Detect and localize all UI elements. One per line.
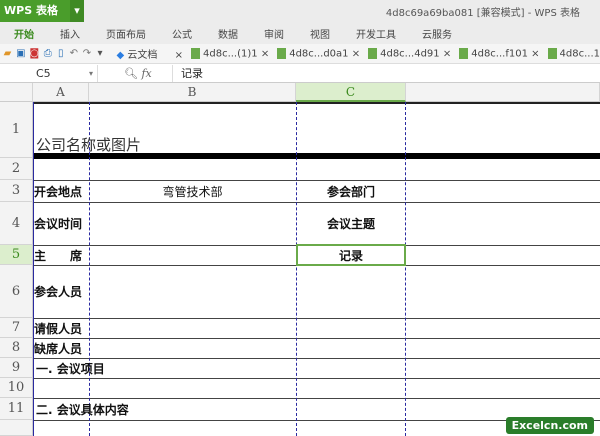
chevron-down-icon[interactable]: ▾ <box>89 65 93 82</box>
row-header-1[interactable]: 1 <box>0 102 33 158</box>
tab-doc-2[interactable]: 4d8c...d0a1 × <box>277 47 360 60</box>
app-logo: WPS 表格 <box>4 4 58 17</box>
cell-ref: C5 <box>36 67 51 80</box>
page-break-line <box>405 102 406 436</box>
border-line <box>33 318 600 319</box>
sheet-icon <box>459 47 469 59</box>
redo-icon[interactable]: ↷ <box>82 47 91 61</box>
tab-label: 云文档 <box>127 50 158 61</box>
cloud-icon: ◆ <box>116 50 125 61</box>
border-line <box>33 102 600 104</box>
row-header-6[interactable]: 6 <box>0 265 33 318</box>
preview-icon[interactable]: ▯ <box>56 47 65 61</box>
save-icon[interactable]: ▣ <box>16 47 25 61</box>
company-name-cell[interactable]: 公司名称或图片 <box>36 133 141 155</box>
sheet-icon <box>277 47 287 59</box>
tab-label: 4d8c...d0a1 <box>289 48 349 60</box>
open-icon[interactable]: ▰ <box>3 47 12 61</box>
tab-doc-1[interactable]: 4d8c...(1)1 × <box>191 47 269 60</box>
cell-a7[interactable]: 请假人员 <box>34 318 82 338</box>
formula-icons: 🔍︎ fx <box>124 65 152 82</box>
row-header-8[interactable]: 8 <box>0 338 33 358</box>
ribbon-tabs: 开始 插入 页面布局 公式 数据 审阅 视图 开发工具 云服务 <box>0 22 600 44</box>
cell-a3[interactable]: 开会地点 <box>34 180 82 202</box>
zoom-icon[interactable]: 🔍︎ <box>124 67 138 80</box>
cell-c4[interactable]: 会议主题 <box>296 202 406 245</box>
border-line <box>33 378 600 379</box>
print-icon[interactable]: ⎙ <box>43 47 52 61</box>
cell-a5[interactable]: 主 席 <box>34 245 82 265</box>
sheet-icon <box>191 47 200 59</box>
ribbon-tab-data[interactable]: 数据 <box>218 26 238 41</box>
close-icon[interactable]: × <box>261 48 269 59</box>
ribbon-tab-layout[interactable]: 页面布局 <box>106 26 146 41</box>
cell-c5-selected[interactable]: 记录 <box>296 244 406 266</box>
row-header-2[interactable]: 2 <box>0 158 33 180</box>
close-icon[interactable]: × <box>175 50 183 61</box>
cell-a4[interactable]: 会议时间 <box>34 202 82 245</box>
tab-label: 4d8c...1 <box>559 48 600 60</box>
row-header-3[interactable]: 3 <box>0 180 33 202</box>
page-break-line <box>296 102 297 436</box>
more-icon[interactable]: ▾ <box>95 47 104 61</box>
app-menu-button[interactable]: WPS 表格 ▾ <box>0 0 84 22</box>
cell-a11[interactable]: 二. 会议具体内容 <box>36 398 129 420</box>
pdf-icon[interactable]: ◙ <box>30 47 40 61</box>
chevron-down-icon[interactable]: ▾ <box>70 0 84 22</box>
spreadsheet-grid[interactable]: A B C 1 2 3 4 5 6 7 8 9 10 11 公司名称或图片 开会… <box>0 83 600 436</box>
cell-c3[interactable]: 参会部门 <box>296 180 406 202</box>
row-header-11[interactable]: 11 <box>0 398 33 420</box>
select-all-corner[interactable] <box>0 83 33 102</box>
sheet-icon <box>368 47 378 59</box>
quick-toolbar: ▰ ▣ ◙ ⎙ ▯ ↶ ↷ ▾ ◆ 云文档 × 4d8c...(1)1 × 4d… <box>0 44 600 64</box>
cell-a6[interactable]: 参会人员 <box>34 265 82 318</box>
cell-a8[interactable]: 缺席人员 <box>34 338 82 358</box>
title-bar: WPS 表格 ▾ 4d8c69a69ba081 [兼容模式] - WPS 表格 <box>0 0 600 22</box>
tab-doc-4[interactable]: 4d8c...f101 × <box>459 47 540 60</box>
ribbon-tab-home[interactable]: 开始 <box>14 26 34 41</box>
row-header-9[interactable]: 9 <box>0 358 33 378</box>
tab-doc-3[interactable]: 4d8c...4d91 × <box>368 47 451 60</box>
col-header-c[interactable]: C <box>296 83 406 102</box>
tab-cloud-docs[interactable]: ◆ 云文档 × <box>117 46 183 61</box>
close-icon[interactable]: × <box>531 48 539 59</box>
row-header-4[interactable]: 4 <box>0 202 33 245</box>
ribbon-tab-cloud[interactable]: 云服务 <box>422 26 452 41</box>
formula-input[interactable]: 记录 <box>172 65 600 82</box>
col-header-b[interactable]: B <box>89 83 296 102</box>
ribbon-tab-formula[interactable]: 公式 <box>172 26 192 41</box>
tab-label: 4d8c...4d91 <box>380 48 440 60</box>
ribbon-tab-developer[interactable]: 开发工具 <box>356 26 396 41</box>
undo-icon[interactable]: ↶ <box>69 47 78 61</box>
formula-bar: C5 ▾ 🔍︎ fx 记录 <box>0 64 600 83</box>
border-line <box>33 358 600 359</box>
ribbon-tab-insert[interactable]: 插入 <box>60 26 80 41</box>
window-title: 4d8c69a69ba081 [兼容模式] - WPS 表格 <box>385 8 580 19</box>
row-header-12[interactable] <box>0 420 33 436</box>
fx-icon[interactable]: fx <box>141 67 151 80</box>
name-box[interactable]: C5 ▾ <box>0 65 98 82</box>
border-line <box>33 338 600 339</box>
row-header-7[interactable]: 7 <box>0 318 33 338</box>
close-icon[interactable]: × <box>443 48 451 59</box>
watermark-logo: Excelcn.com <box>505 417 594 434</box>
tab-label: 4d8c...(1)1 <box>203 48 258 60</box>
cell-a9[interactable]: 一. 会议项目 <box>36 358 105 378</box>
row-header-10[interactable]: 10 <box>0 378 33 398</box>
col-header-d[interactable] <box>406 83 600 102</box>
tab-label: 4d8c...f101 <box>471 48 528 60</box>
tab-doc-5[interactable]: 4d8c...1 <box>547 47 600 60</box>
row-header-5[interactable]: 5 <box>0 245 33 265</box>
col-header-a[interactable]: A <box>33 83 89 102</box>
sheet-icon <box>547 47 557 59</box>
cell-b3[interactable]: 弯管技术部 <box>89 180 296 202</box>
close-icon[interactable]: × <box>352 48 360 59</box>
ribbon-tab-review[interactable]: 审阅 <box>264 26 284 41</box>
ribbon-tab-view[interactable]: 视图 <box>310 26 330 41</box>
